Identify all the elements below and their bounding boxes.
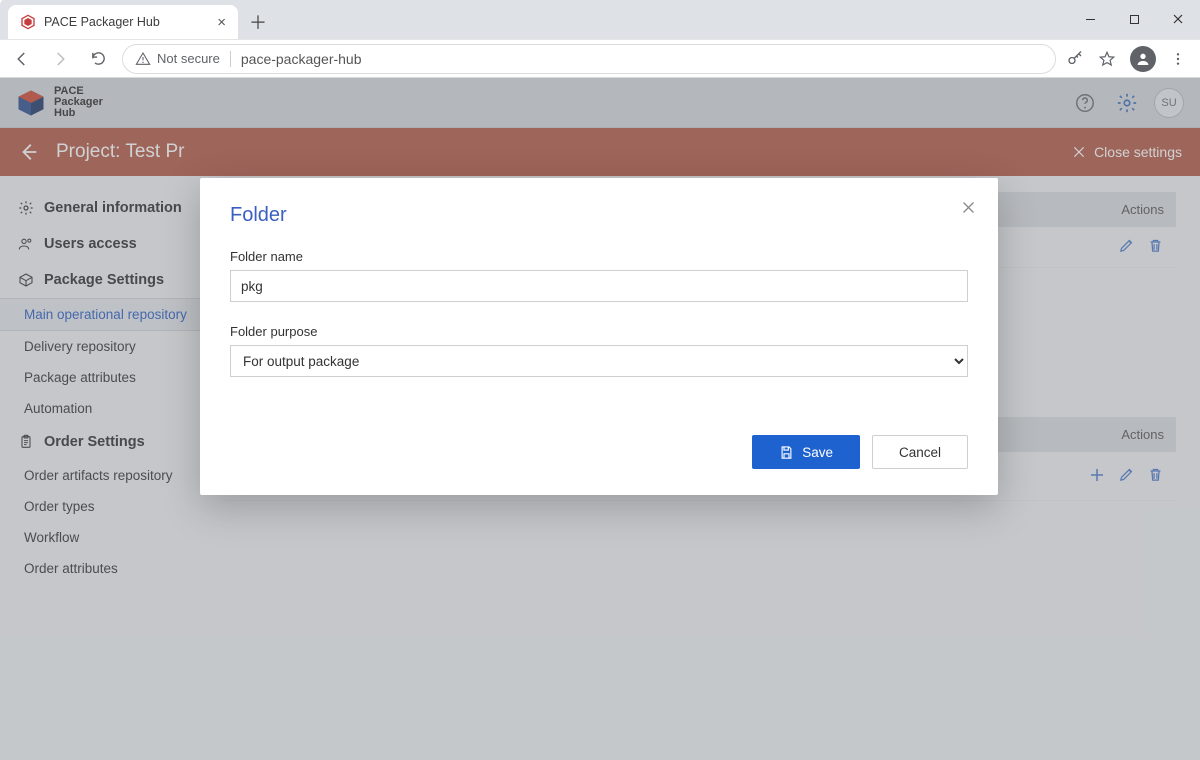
save-button[interactable]: Save [752, 435, 860, 469]
window-controls [1068, 0, 1200, 39]
folder-purpose-label: Folder purpose [230, 324, 968, 339]
warning-icon [135, 51, 151, 67]
app-root: PACE Packager Hub SU Project: Test Pr Cl… [0, 78, 1200, 760]
kebab-menu-icon[interactable] [1170, 51, 1186, 67]
nav-back-button[interactable] [8, 45, 36, 73]
browser-toolbar: Not secure pace-packager-hub [0, 40, 1200, 78]
save-disk-icon [779, 445, 794, 460]
modal-title: Folder [230, 204, 968, 227]
folder-name-input[interactable] [230, 270, 968, 302]
window-maximize-button[interactable] [1112, 4, 1156, 34]
save-label: Save [802, 445, 833, 460]
folder-purpose-select[interactable]: For output package [230, 345, 968, 377]
url-text: pace-packager-hub [241, 51, 362, 67]
address-bar[interactable]: Not secure pace-packager-hub [122, 44, 1056, 74]
key-icon[interactable] [1066, 50, 1084, 68]
tab-favicon-icon [20, 14, 36, 30]
modal-close-icon[interactable] [961, 200, 976, 215]
folder-modal: Folder Folder name Folder purpose For ou… [200, 178, 998, 495]
browser-tab[interactable]: PACE Packager Hub × [8, 5, 238, 39]
cancel-label: Cancel [899, 445, 941, 460]
cancel-button[interactable]: Cancel [872, 435, 968, 469]
star-icon[interactable] [1098, 50, 1116, 68]
window-titlebar: PACE Packager Hub × ＋ [0, 0, 1200, 40]
new-tab-button[interactable]: ＋ [244, 8, 272, 36]
tab-title: PACE Packager Hub [44, 15, 160, 29]
nav-reload-button[interactable] [84, 45, 112, 73]
toolbar-right-icons [1066, 46, 1192, 72]
not-secure-indicator: Not secure [135, 51, 220, 67]
folder-name-label: Folder name [230, 249, 968, 264]
tab-close-icon[interactable]: × [217, 14, 226, 31]
profile-avatar-icon[interactable] [1130, 46, 1156, 72]
window-minimize-button[interactable] [1068, 4, 1112, 34]
not-secure-label: Not secure [157, 51, 220, 66]
tab-strip: PACE Packager Hub × ＋ [0, 0, 1200, 39]
nav-forward-button[interactable] [46, 45, 74, 73]
omnibox-divider [230, 51, 231, 67]
window-close-button[interactable] [1156, 4, 1200, 34]
